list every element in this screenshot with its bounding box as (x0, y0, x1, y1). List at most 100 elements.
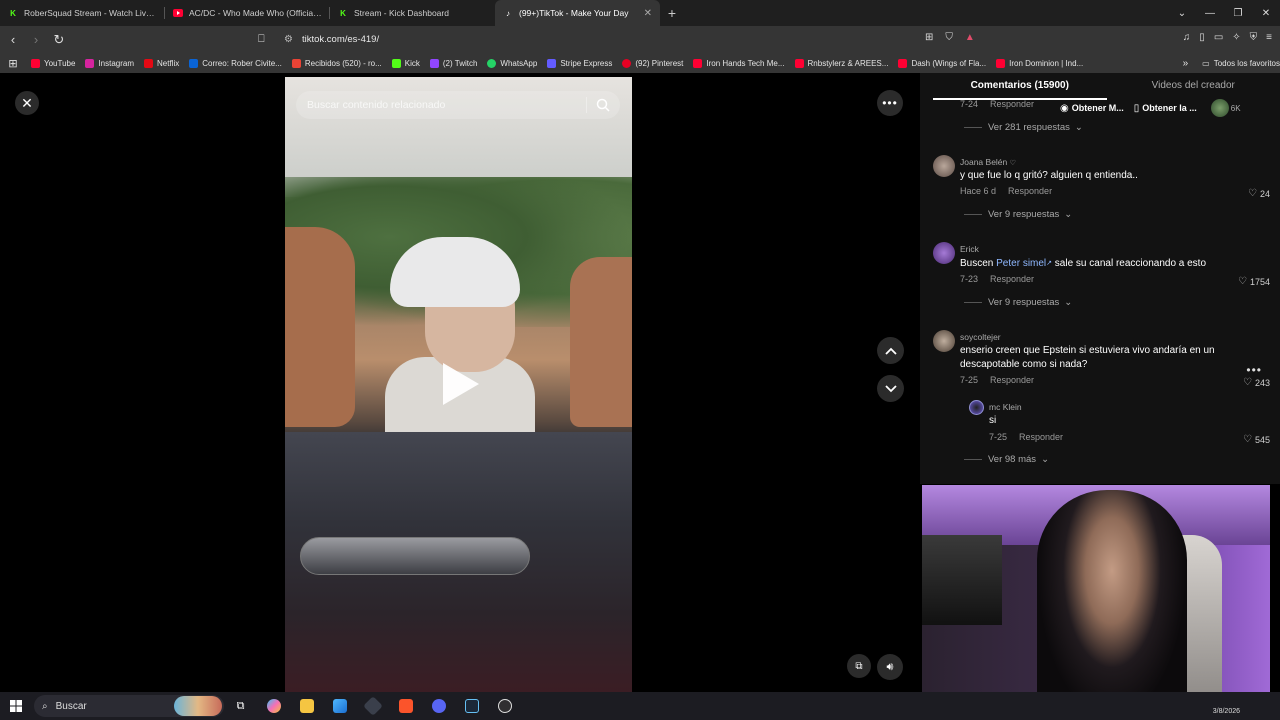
app-button[interactable] (356, 692, 389, 720)
vpn-icon[interactable]: ⛨ (1250, 32, 1258, 43)
apps-grid-icon[interactable]: ⊞ (0, 57, 26, 70)
rewards-icon[interactable]: ▲ (965, 32, 975, 43)
comment-username[interactable]: Joana Belén ♡ (960, 157, 1016, 167)
more-options-button[interactable]: ••• (877, 90, 903, 116)
menu-icon[interactable]: ≡ (1266, 32, 1272, 43)
url-text[interactable]: tiktok.com/es-419/ (302, 34, 379, 45)
close-viewer-button[interactable]: ✕ (15, 91, 39, 115)
reply-username[interactable]: mc Klein (989, 402, 1022, 412)
close-window-button[interactable]: ✕ (1252, 8, 1280, 19)
taskbar-search-label: Buscar (55, 700, 87, 712)
new-tab-button[interactable]: + (660, 5, 684, 21)
windows-start-button[interactable] (0, 700, 32, 712)
back-button[interactable]: ‹ (3, 32, 23, 47)
forward-button[interactable]: › (26, 32, 46, 47)
steam-button[interactable] (455, 692, 488, 720)
reply-button[interactable]: Responder (1008, 186, 1052, 196)
store-button[interactable] (323, 692, 356, 720)
instagram-icon (85, 58, 95, 68)
comment-username[interactable]: Erick (960, 244, 979, 254)
bookmark-whatsapp[interactable]: WhatsApp (482, 58, 542, 68)
bookmark-pinterest[interactable]: (92) Pinterest (617, 58, 688, 68)
wallet-icon[interactable]: ▭ (1214, 32, 1223, 43)
brave-button[interactable] (389, 692, 422, 720)
bookmark-instagram[interactable]: Instagram (80, 58, 139, 68)
translate-icon[interactable]: ⊞ (925, 32, 933, 43)
sidebar-icon[interactable]: ▯ (1199, 32, 1205, 43)
tab-robersquad[interactable]: K RoberSquad Stream - Watch Live on (0, 0, 165, 26)
tab-title: Stream - Kick Dashboard (354, 8, 449, 18)
reply-button[interactable]: Responder (990, 99, 1034, 109)
previous-video-button[interactable] (877, 337, 904, 364)
avatar[interactable] (933, 330, 955, 352)
avatar[interactable] (1210, 99, 1229, 117)
bookmark-correo[interactable]: Correo: Rober Civite... (184, 58, 287, 68)
search-placeholder: Buscar contenido relacionado (307, 99, 446, 111)
search-icon[interactable] (595, 97, 611, 113)
webcam-microphone (922, 535, 1002, 625)
pip-button[interactable]: ⧉ (847, 654, 871, 678)
tab-comments[interactable]: Comentarios (15900) (933, 73, 1107, 100)
reply-button[interactable]: Responder (990, 375, 1034, 385)
chevron-right-icon[interactable]: » (1183, 58, 1189, 69)
bookmark-gmail[interactable]: Recibidos (520) - ro... (287, 58, 387, 68)
close-tab-icon[interactable]: ✕ (644, 8, 652, 19)
shield-icon[interactable]: ⛉ (945, 32, 953, 43)
related-search-input[interactable]: Buscar contenido relacionado (296, 91, 620, 119)
bookmark-netflix[interactable]: Netflix (139, 58, 184, 68)
get-mobile-button[interactable]: ▯ Obtener la ... (1134, 103, 1197, 114)
play-icon[interactable] (443, 363, 479, 405)
all-bookmarks-link[interactable]: Todos los favoritos (1214, 59, 1280, 68)
leo-icon[interactable]: ✧ (1232, 32, 1240, 43)
bookmark-label: Iron Dominion | Ind... (1009, 58, 1084, 68)
like-button[interactable]: ♡ 243 (1243, 377, 1270, 388)
reply-button[interactable]: Responder (1019, 432, 1063, 442)
like-button[interactable]: ♡ 1754 (1238, 276, 1270, 287)
tab-kick-dashboard[interactable]: K Stream - Kick Dashboard (330, 0, 495, 26)
get-app-button[interactable]: ◉ Obtener M... (1060, 103, 1124, 114)
tab-creator-videos[interactable]: Videos del creador (1107, 73, 1280, 100)
restore-button[interactable]: ❐ (1224, 8, 1252, 19)
bookmark-dash[interactable]: Dash (Wings of Fla... (893, 58, 991, 68)
file-explorer-button[interactable] (290, 692, 323, 720)
omnibox[interactable]: ⎕ ⚙ tiktok.com/es-419/ (258, 29, 998, 50)
bookmark-stripe[interactable]: Stripe Express (542, 58, 617, 68)
like-button[interactable]: ♡ 24 (1248, 188, 1270, 199)
bookmark-ironhands[interactable]: Iron Hands Tech Me... (688, 58, 789, 68)
tab-acdc[interactable]: AC/DC - Who Made Who (Official HD (165, 0, 330, 26)
avatar[interactable] (933, 242, 955, 264)
bookmark-youtube[interactable]: YouTube (26, 58, 80, 68)
brave-icon (398, 699, 413, 713)
bookmark-irondominion[interactable]: Iron Dominion | Ind... (991, 58, 1088, 68)
mention-link[interactable]: Peter simel (996, 258, 1046, 269)
next-video-button[interactable] (877, 375, 904, 402)
volume-button[interactable]: 🔊︎ (877, 654, 903, 680)
comment-options-button[interactable]: ••• (1246, 363, 1262, 377)
comment-username[interactable]: soycoltejer (960, 332, 1001, 342)
view-more-replies-button[interactable]: Ver 98 más ⌄ (964, 454, 1049, 465)
like-button[interactable]: ♡ 545 (1243, 434, 1270, 445)
copilot-button[interactable] (257, 692, 290, 720)
tab-tiktok[interactable]: ♪ (99+)TikTok - Make Your Day ✕ (495, 0, 660, 26)
bookmark-rnbstylerz[interactable]: Rnbstylerz & AREES... (790, 58, 894, 68)
task-view-button[interactable]: ⧉ (224, 692, 257, 720)
minimize-button[interactable]: — (1196, 8, 1224, 19)
bookmark-kick[interactable]: Kick (387, 58, 425, 68)
view-replies-button[interactable]: Ver 281 respuestas ⌄ (964, 122, 1083, 133)
divider (964, 302, 982, 303)
site-info-icon[interactable]: ⚙ (284, 34, 296, 45)
music-icon[interactable]: ♫ (1183, 32, 1191, 43)
tab-search-icon[interactable]: ⌄ (1168, 8, 1196, 19)
avatar[interactable] (969, 400, 984, 415)
reload-button[interactable]: ↻ (49, 32, 69, 48)
bookmark-twitch[interactable]: (2) Twitch (425, 58, 483, 68)
bookmark-icon[interactable]: ⎕ (258, 33, 274, 46)
avatar[interactable] (933, 155, 955, 177)
taskbar-search[interactable]: ⌕ Buscar (34, 695, 224, 717)
obs-button[interactable] (488, 692, 521, 720)
omnibox-actions: ⊞ ⛉ ▲ (925, 32, 975, 43)
reply-button[interactable]: Responder (990, 274, 1034, 284)
view-replies-button[interactable]: Ver 9 respuestas ⌄ (964, 297, 1072, 308)
discord-button[interactable] (422, 692, 455, 720)
view-replies-button[interactable]: Ver 9 respuestas ⌄ (964, 209, 1072, 220)
